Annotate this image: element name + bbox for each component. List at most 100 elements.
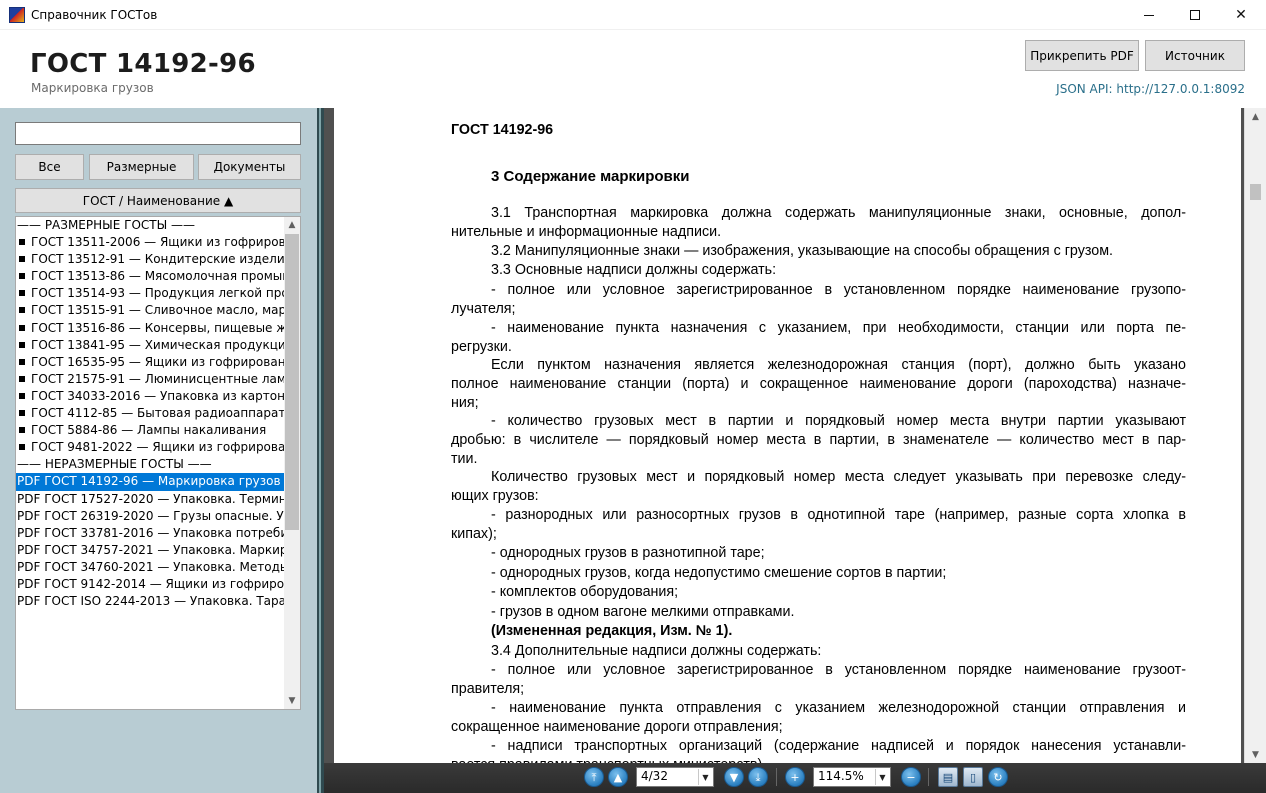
list-item[interactable]: ГОСТ 13513-86 — Мясомолочная промышленно…: [16, 268, 286, 285]
square-bullet-icon: [19, 239, 25, 246]
document-text-line: сокращенное наименование дороги отправле…: [451, 719, 783, 735]
list-item-label: ГОСТ 16535-95 — Ящики из гофрированного …: [31, 354, 286, 369]
document-text-line: - надписи транспортных организаций (соде…: [491, 738, 1186, 754]
page-selector[interactable]: 4/32 ▼: [636, 767, 714, 787]
zoom-value: 114.5%: [818, 769, 864, 783]
list-item-label: PDF ГОСТ 34760-2021 — Упаковка. Методы и: [17, 559, 286, 574]
list-item[interactable]: ГОСТ 13516-86 — Консервы, пищевые жидкос…: [16, 320, 286, 337]
document-text-line: - наименование пункта отправления с указ…: [491, 700, 1186, 716]
list-item[interactable]: ГОСТ 13515-91 — Сливочное масло, маргари…: [16, 302, 286, 319]
list-item-label: ГОСТ 5884-86 — Лампы накаливания: [31, 423, 267, 438]
list-item[interactable]: ГОСТ 4112-85 — Бытовая радиоаппаратура: [16, 405, 286, 422]
list-item-label: ГОСТ 21575-91 — Люминисцентные лампы: [31, 371, 286, 386]
list-scrollbar[interactable]: ▲ ▼: [284, 217, 300, 709]
list-item[interactable]: PDF ГОСТ 14192-96 — Маркировка грузов: [16, 473, 286, 491]
previous-page-icon[interactable]: ▲: [608, 767, 628, 787]
window-titlebar: Справочник ГОСТов ✕: [0, 0, 1266, 30]
square-bullet-icon: [19, 307, 25, 314]
document-text-line: (Измененная редакция, Изм. № 1).: [491, 623, 733, 639]
minimize-button[interactable]: [1126, 0, 1172, 30]
document-text-line: лучателя;: [451, 301, 516, 317]
list-item-label: PDF ГОСТ 26319-2020 — Грузы опасные. Упа…: [17, 508, 286, 523]
list-item[interactable]: ГОСТ 5884-86 — Лампы накаливания: [16, 422, 286, 439]
document-text-line: - полное или условное зарегистрированное…: [491, 662, 1186, 678]
list-item[interactable]: ГОСТ 13514-93 — Продукция легкой промышл…: [16, 285, 286, 302]
scroll-down-arrow-icon[interactable]: ▼: [284, 693, 300, 709]
zoom-in-icon[interactable]: +: [785, 767, 805, 787]
filter-sized-button[interactable]: Размерные: [89, 154, 194, 180]
fit-width-icon[interactable]: ▤: [938, 767, 958, 787]
list-item[interactable]: ГОСТ 21575-91 — Люминисцентные лампы: [16, 371, 286, 388]
gost-list[interactable]: —— РАЗМЕРНЫЕ ГОСТЫ —— ГОСТ 13511-2006 — Я…: [15, 216, 301, 710]
list-item-label: PDF ГОСТ 33781-2016 — Упаковка потребите…: [17, 525, 286, 540]
list-item-label: ГОСТ 34033-2016 — Упаковка из картона и: [31, 388, 286, 403]
viewer-scroll-thumb[interactable]: [1250, 184, 1261, 200]
pdf-toolbar: ⤒ ▲ 4/32 ▼ ▼ ⤓ + 114.5% ▼ − ▤ ▯ ↻: [324, 763, 1266, 793]
square-bullet-icon: [19, 392, 25, 399]
list-item-label: PDF ГОСТ 14192-96 — Маркировка грузов: [17, 474, 281, 489]
search-input[interactable]: [15, 122, 301, 145]
document-text-line: ющих грузов:: [451, 488, 539, 504]
sort-column-header[interactable]: ГОСТ / Наименование ▲: [15, 188, 301, 213]
document-text-line: ния;: [451, 395, 479, 411]
list-item-label: ГОСТ 13511-2006 — Ящики из гофрированног…: [31, 235, 286, 250]
list-item[interactable]: ГОСТ 34033-2016 — Упаковка из картона и: [16, 388, 286, 405]
maximize-icon: [1190, 10, 1200, 20]
list-item-label: ГОСТ 13512-91 — Кондитерские изделия: [31, 252, 286, 267]
list-item[interactable]: PDF ГОСТ 33781-2016 — Упаковка потребите…: [16, 525, 286, 542]
document-text-line: вается правилами транспортных министерст…: [451, 756, 766, 763]
document-text-line: - комплектов оборудования;: [491, 584, 679, 600]
list-item-label: PDF ГОСТ 17527-2020 — Упаковка. Термины: [17, 491, 286, 506]
square-bullet-icon: [19, 256, 25, 263]
document-text-line: - разнородных или разносортных грузов в …: [491, 507, 1186, 523]
list-item[interactable]: PDF ГОСТ 34757-2021 — Упаковка. Маркиров…: [16, 542, 286, 559]
list-item-label: ГОСТ 13513-86 — Мясомолочная промышленно…: [31, 269, 286, 284]
list-item[interactable]: ГОСТ 13511-2006 — Ящики из гофрированног…: [16, 234, 286, 251]
scroll-up-arrow-icon[interactable]: ▲: [284, 217, 300, 233]
document-text-line: правителя;: [451, 681, 525, 697]
source-button[interactable]: Источник: [1145, 40, 1245, 71]
app-logo-icon: [9, 7, 25, 23]
square-bullet-icon: [19, 410, 25, 417]
rotate-icon[interactable]: ↻: [988, 767, 1008, 787]
list-item[interactable]: ГОСТ 9481-2022 — Ящики из гофрированного: [16, 439, 286, 456]
viewer-scroll-down-icon[interactable]: ▼: [1245, 746, 1266, 763]
viewer-scroll-up-icon[interactable]: ▲: [1245, 108, 1266, 125]
square-bullet-icon: [19, 273, 25, 280]
zoom-out-icon[interactable]: −: [901, 767, 921, 787]
list-item[interactable]: PDF ГОСТ 9142-2014 — Ящики из гофрирован…: [16, 576, 286, 593]
viewer-scrollbar[interactable]: ▲ ▼: [1244, 108, 1266, 763]
pdf-viewer[interactable]: ГОСТ 14192-96 3 Содержание маркировки 3.1 …: [324, 108, 1266, 763]
first-page-icon[interactable]: ⤒: [584, 767, 604, 787]
list-item[interactable]: PDF ГОСТ ISO 2244-2013 — Упаковка. Тара …: [16, 593, 286, 610]
page-number-value: 4/32: [641, 769, 668, 783]
list-item[interactable]: PDF ГОСТ 17527-2020 — Упаковка. Термины: [16, 491, 286, 508]
list-item-label: PDF ГОСТ 9142-2014 — Ящики из гофрирован…: [17, 576, 286, 591]
close-button[interactable]: ✕: [1218, 0, 1264, 30]
document-text-line: кипах);: [451, 526, 497, 542]
last-page-icon[interactable]: ⤓: [748, 767, 768, 787]
filter-docs-button[interactable]: Документы: [198, 154, 301, 180]
document-text-line: 3 Содержание маркировки: [491, 168, 690, 185]
list-item[interactable]: PDF ГОСТ 34760-2021 — Упаковка. Методы и: [16, 559, 286, 576]
list-item[interactable]: ГОСТ 13841-95 — Химическая продукция: [16, 337, 286, 354]
document-text-line: Количество грузовых мест и порядковый но…: [491, 469, 1186, 485]
list-item-label: ГОСТ 13514-93 — Продукция легкой промышл…: [31, 286, 286, 301]
attach-pdf-button[interactable]: Прикрепить PDF: [1025, 40, 1139, 71]
list-item[interactable]: PDF ГОСТ 26319-2020 — Грузы опасные. Упа…: [16, 508, 286, 525]
page-header: ГОСТ 14192-96 Маркировка грузов Прикрепи…: [0, 30, 1266, 108]
list-scroll-thumb[interactable]: [285, 234, 299, 530]
minimize-icon: [1144, 14, 1154, 16]
maximize-button[interactable]: [1172, 0, 1218, 30]
document-text-line: тии.: [451, 451, 478, 467]
list-item-label: ГОСТ 13515-91 — Сливочное масло, маргари…: [31, 303, 286, 318]
next-page-icon[interactable]: ▼: [724, 767, 744, 787]
list-item[interactable]: ГОСТ 16535-95 — Ящики из гофрированного …: [16, 354, 286, 371]
list-item[interactable]: ГОСТ 13512-91 — Кондитерские изделия: [16, 251, 286, 268]
list-item-label: ГОСТ 4112-85 — Бытовая радиоаппаратура: [31, 406, 286, 421]
filter-all-button[interactable]: Все: [15, 154, 84, 180]
zoom-selector[interactable]: 114.5% ▼: [813, 767, 891, 787]
document-text-line: - однородных грузов, когда недопустимо с…: [491, 565, 947, 581]
fit-page-icon[interactable]: ▯: [963, 767, 983, 787]
square-bullet-icon: [19, 427, 25, 434]
